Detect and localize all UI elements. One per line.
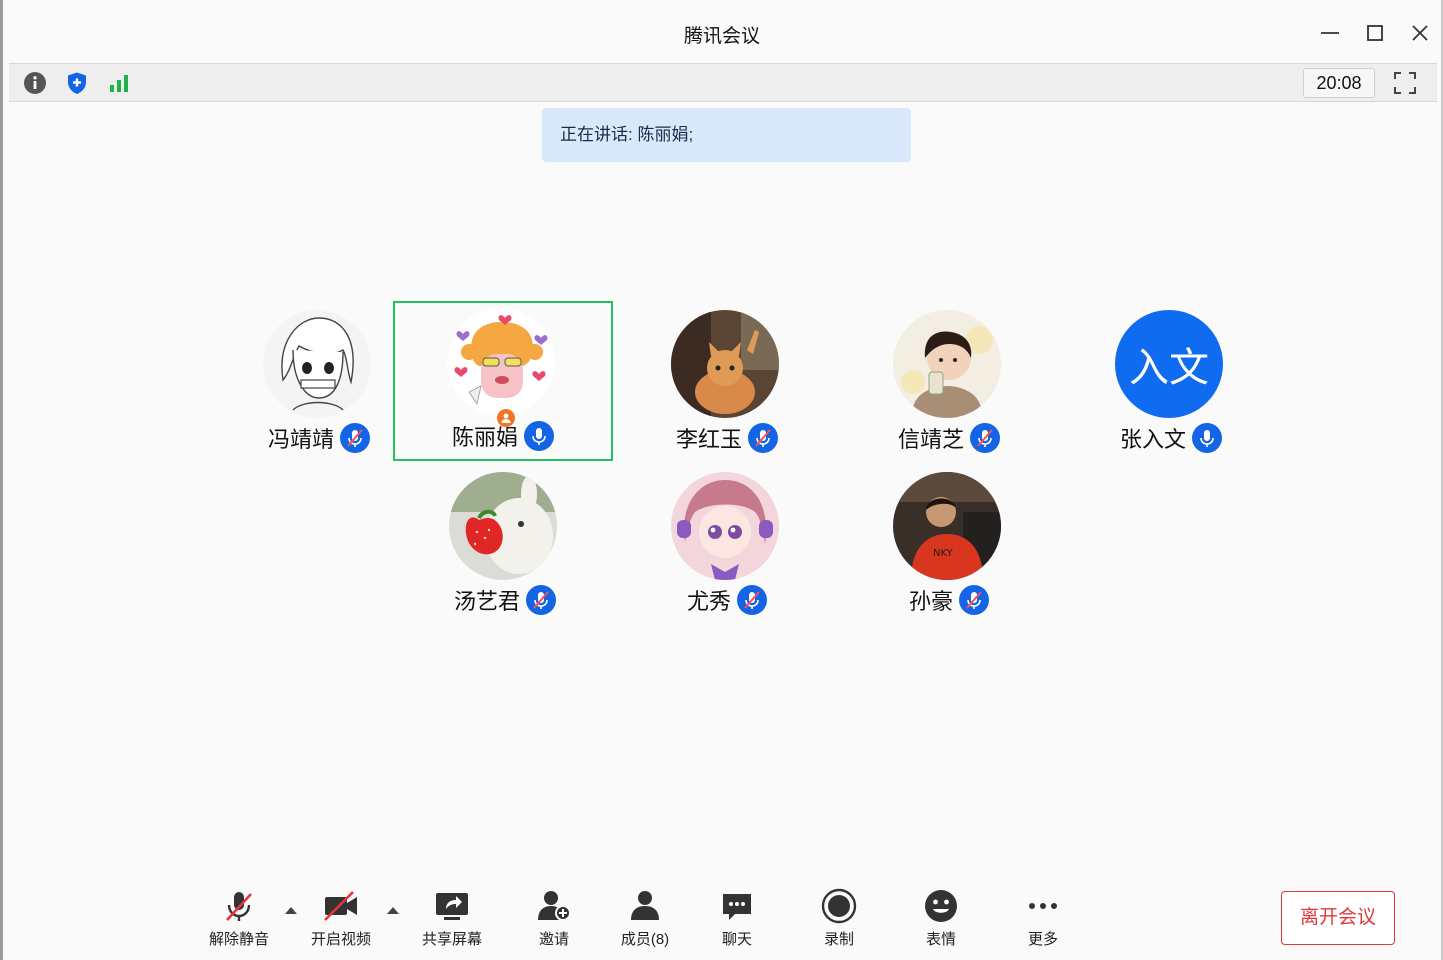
participant-tile[interactable]: 李红玉 bbox=[617, 303, 837, 463]
meeting-toolbar: 解除静音 开启视频 共享屏幕 邀请 成员(8) 聊天 录制 表情 更多 离开会议 bbox=[3, 880, 1441, 960]
mic-on-icon bbox=[1192, 423, 1222, 453]
members-label: 成员(8) bbox=[620, 931, 670, 948]
members-icon bbox=[627, 888, 663, 924]
participant-name: 汤艺君 bbox=[453, 589, 520, 614]
participant-name: 信靖芝 bbox=[897, 427, 964, 452]
info-icon[interactable] bbox=[21, 69, 49, 97]
audio-options-chevron-icon[interactable] bbox=[283, 902, 299, 918]
avatar bbox=[447, 308, 555, 416]
emoji-button[interactable]: 表情 bbox=[900, 888, 982, 950]
participant-tile[interactable]: 入文 张入文 bbox=[1061, 303, 1281, 463]
invite-button[interactable]: 邀请 bbox=[513, 888, 595, 950]
chat-button[interactable]: 聊天 bbox=[696, 888, 778, 950]
signal-icon[interactable] bbox=[105, 69, 133, 97]
avatar bbox=[449, 472, 557, 580]
avatar-text: 入文 bbox=[1115, 310, 1223, 418]
participant-name-row: 孙豪 bbox=[839, 583, 1059, 617]
participant-name: 张入文 bbox=[1119, 427, 1186, 452]
record-label: 录制 bbox=[823, 931, 854, 948]
participant-name: 孙豪 bbox=[908, 589, 953, 614]
avatar bbox=[263, 310, 371, 418]
unmute-button[interactable]: 解除静音 bbox=[198, 888, 280, 950]
members-button[interactable]: 成员(8) bbox=[604, 888, 686, 950]
chat-icon bbox=[719, 888, 755, 924]
chat-label: 聊天 bbox=[721, 931, 752, 948]
share-screen-button[interactable]: 共享屏幕 bbox=[411, 888, 493, 950]
video-options-chevron-icon[interactable] bbox=[385, 902, 401, 918]
mic-muted-icon bbox=[959, 585, 989, 615]
mic-muted-icon bbox=[221, 888, 257, 924]
participant-tile-active[interactable]: 陈丽娟 bbox=[393, 301, 613, 461]
participant-name-row: 李红玉 bbox=[617, 421, 837, 455]
maximize-icon[interactable] bbox=[1364, 22, 1386, 44]
participant-tile[interactable]: NKY 孙豪 bbox=[839, 465, 1059, 625]
participant-tile[interactable]: 信靖芝 bbox=[839, 303, 1059, 463]
avatar: NKY bbox=[893, 472, 1001, 580]
mic-on-icon bbox=[524, 421, 554, 451]
speaking-banner: 正在讲话: 陈丽娟; bbox=[542, 108, 911, 162]
avatar bbox=[671, 310, 779, 418]
leave-meeting-button[interactable]: 离开会议 bbox=[1281, 891, 1395, 945]
fullscreen-icon[interactable] bbox=[1391, 69, 1419, 97]
avatar-initials: 入文 bbox=[1129, 346, 1209, 390]
participant-name-row: 尤秀 bbox=[617, 583, 837, 617]
avatar bbox=[671, 472, 779, 580]
shield-icon[interactable] bbox=[63, 69, 91, 97]
emoji-label: 表情 bbox=[925, 931, 956, 948]
speaking-text: 正在讲话: 陈丽娟; bbox=[560, 125, 694, 144]
minimize-icon[interactable] bbox=[1319, 22, 1341, 44]
avatar bbox=[893, 310, 1001, 418]
mic-muted-icon bbox=[526, 585, 556, 615]
mic-muted-icon bbox=[970, 423, 1000, 453]
participant-name-row: 信靖芝 bbox=[839, 421, 1059, 455]
close-icon[interactable] bbox=[1409, 22, 1431, 44]
participant-name-row: 陈丽娟 bbox=[395, 419, 611, 453]
participant-tile[interactable]: 汤艺君 bbox=[395, 465, 615, 625]
title-bar: 腾讯会议 bbox=[3, 0, 1441, 64]
participant-name: 陈丽娟 bbox=[451, 425, 518, 450]
mic-muted-icon bbox=[340, 423, 370, 453]
more-label: 更多 bbox=[1027, 931, 1058, 948]
add-user-icon bbox=[536, 888, 572, 924]
record-button[interactable]: 录制 bbox=[798, 888, 880, 950]
invite-label: 邀请 bbox=[538, 931, 569, 948]
video-off-icon bbox=[323, 888, 359, 924]
mic-muted-icon bbox=[737, 585, 767, 615]
svg-text:NKY: NKY bbox=[933, 548, 954, 559]
start-video-label: 开启视频 bbox=[310, 931, 371, 948]
share-screen-icon bbox=[434, 888, 470, 924]
meeting-window: 腾讯会议 20:08 正在讲话: 陈丽娟; 冯靖靖 陈丽娟 李红玉 信靖芝 入文… bbox=[0, 0, 1443, 960]
share-screen-label: 共享屏幕 bbox=[421, 931, 482, 948]
more-button[interactable]: 更多 bbox=[1002, 888, 1084, 950]
meeting-info-bar: 20:08 bbox=[9, 63, 1437, 102]
mic-muted-icon bbox=[748, 423, 778, 453]
more-icon bbox=[1025, 888, 1061, 924]
participant-name: 尤秀 bbox=[686, 589, 731, 614]
window-title: 腾讯会议 bbox=[683, 26, 760, 47]
smiley-icon bbox=[923, 888, 959, 924]
meeting-clock: 20:08 bbox=[1303, 68, 1375, 98]
participant-name: 冯靖靖 bbox=[267, 427, 334, 452]
participant-name-row: 张入文 bbox=[1061, 421, 1281, 455]
record-icon bbox=[821, 888, 857, 924]
participant-tile[interactable]: 尤秀 bbox=[617, 465, 837, 625]
participant-name-row: 汤艺君 bbox=[395, 583, 615, 617]
start-video-button[interactable]: 开启视频 bbox=[300, 888, 382, 950]
unmute-label: 解除静音 bbox=[208, 931, 269, 948]
participant-name: 李红玉 bbox=[675, 427, 742, 452]
